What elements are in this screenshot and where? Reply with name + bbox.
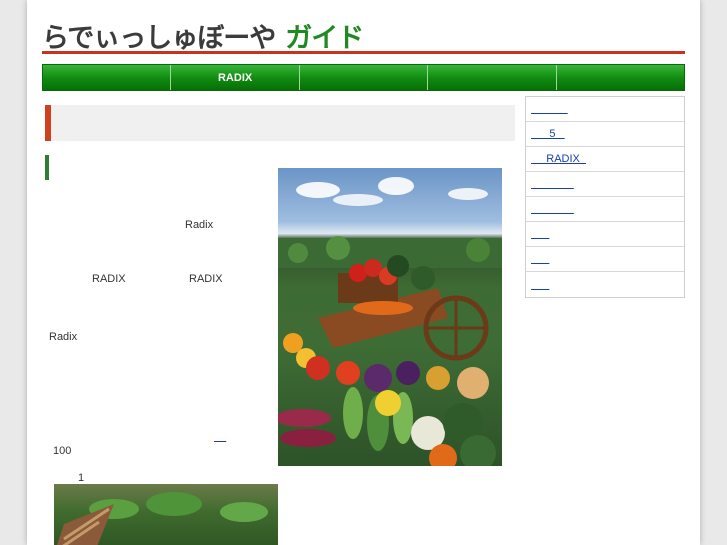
global-nav: RADIX bbox=[42, 64, 685, 91]
page-container: らでぃっしゅぼーや ガイド RADIX Radix RADIX RADIX Rad… bbox=[27, 0, 700, 545]
body-text-radix-upper-2: RADIX bbox=[189, 273, 223, 285]
sidebar-link-7[interactable] bbox=[531, 253, 549, 265]
logo-accent-text: ガイド bbox=[285, 23, 364, 54]
sidebar-item-4[interactable] bbox=[526, 172, 684, 197]
body-text-radix: Radix bbox=[185, 219, 214, 231]
nav-item-5[interactable] bbox=[557, 65, 684, 90]
page-title-bar bbox=[45, 105, 515, 141]
sidebar-link-6[interactable] bbox=[531, 228, 549, 240]
inline-link[interactable] bbox=[214, 431, 226, 443]
sidebar-item-2[interactable]: 5 bbox=[526, 122, 684, 147]
section-heading-mark bbox=[45, 155, 49, 180]
nav-item-1[interactable] bbox=[43, 65, 172, 90]
header-divider bbox=[42, 51, 685, 54]
body-text-radix-2: Radix bbox=[49, 331, 78, 343]
nav-item-3[interactable] bbox=[300, 65, 429, 90]
sidebar-item-6[interactable] bbox=[526, 222, 684, 247]
sidebar-link-2[interactable]: 5 bbox=[531, 128, 565, 140]
site-logo[interactable]: らでぃっしゅぼーや ガイド bbox=[42, 16, 364, 54]
sidebar-item-7[interactable] bbox=[526, 247, 684, 272]
sidebar-link-1[interactable] bbox=[531, 103, 568, 115]
sidebar-link-8[interactable] bbox=[531, 279, 549, 291]
sidebar-item-8[interactable] bbox=[526, 272, 684, 297]
vegetable-cart-illustration bbox=[278, 177, 502, 466]
logo-main-text: らでぃっしゅぼーや bbox=[42, 23, 276, 54]
body-text-100: 100 bbox=[53, 445, 72, 457]
field-illustration bbox=[57, 492, 268, 545]
field-photo bbox=[54, 484, 278, 545]
sidebar-item-radix[interactable]: RADIX bbox=[526, 147, 684, 172]
sidebar-link-4[interactable] bbox=[531, 178, 574, 190]
sidebar-link-radix[interactable]: RADIX bbox=[531, 153, 586, 165]
sidebar-item-1[interactable] bbox=[526, 97, 684, 122]
body-text-radix-upper: RADIX bbox=[92, 273, 126, 285]
nav-item-4[interactable] bbox=[428, 65, 557, 90]
sidebar-item-5[interactable] bbox=[526, 197, 684, 222]
sidebar-link-5[interactable] bbox=[531, 203, 574, 215]
body-text-1: 1 bbox=[78, 472, 85, 484]
sidebar-menu: 5 RADIX bbox=[525, 96, 685, 298]
title-accent-mark bbox=[45, 105, 51, 141]
nav-item-radix[interactable]: RADIX bbox=[171, 65, 300, 90]
vegetable-cart-photo bbox=[278, 168, 502, 466]
